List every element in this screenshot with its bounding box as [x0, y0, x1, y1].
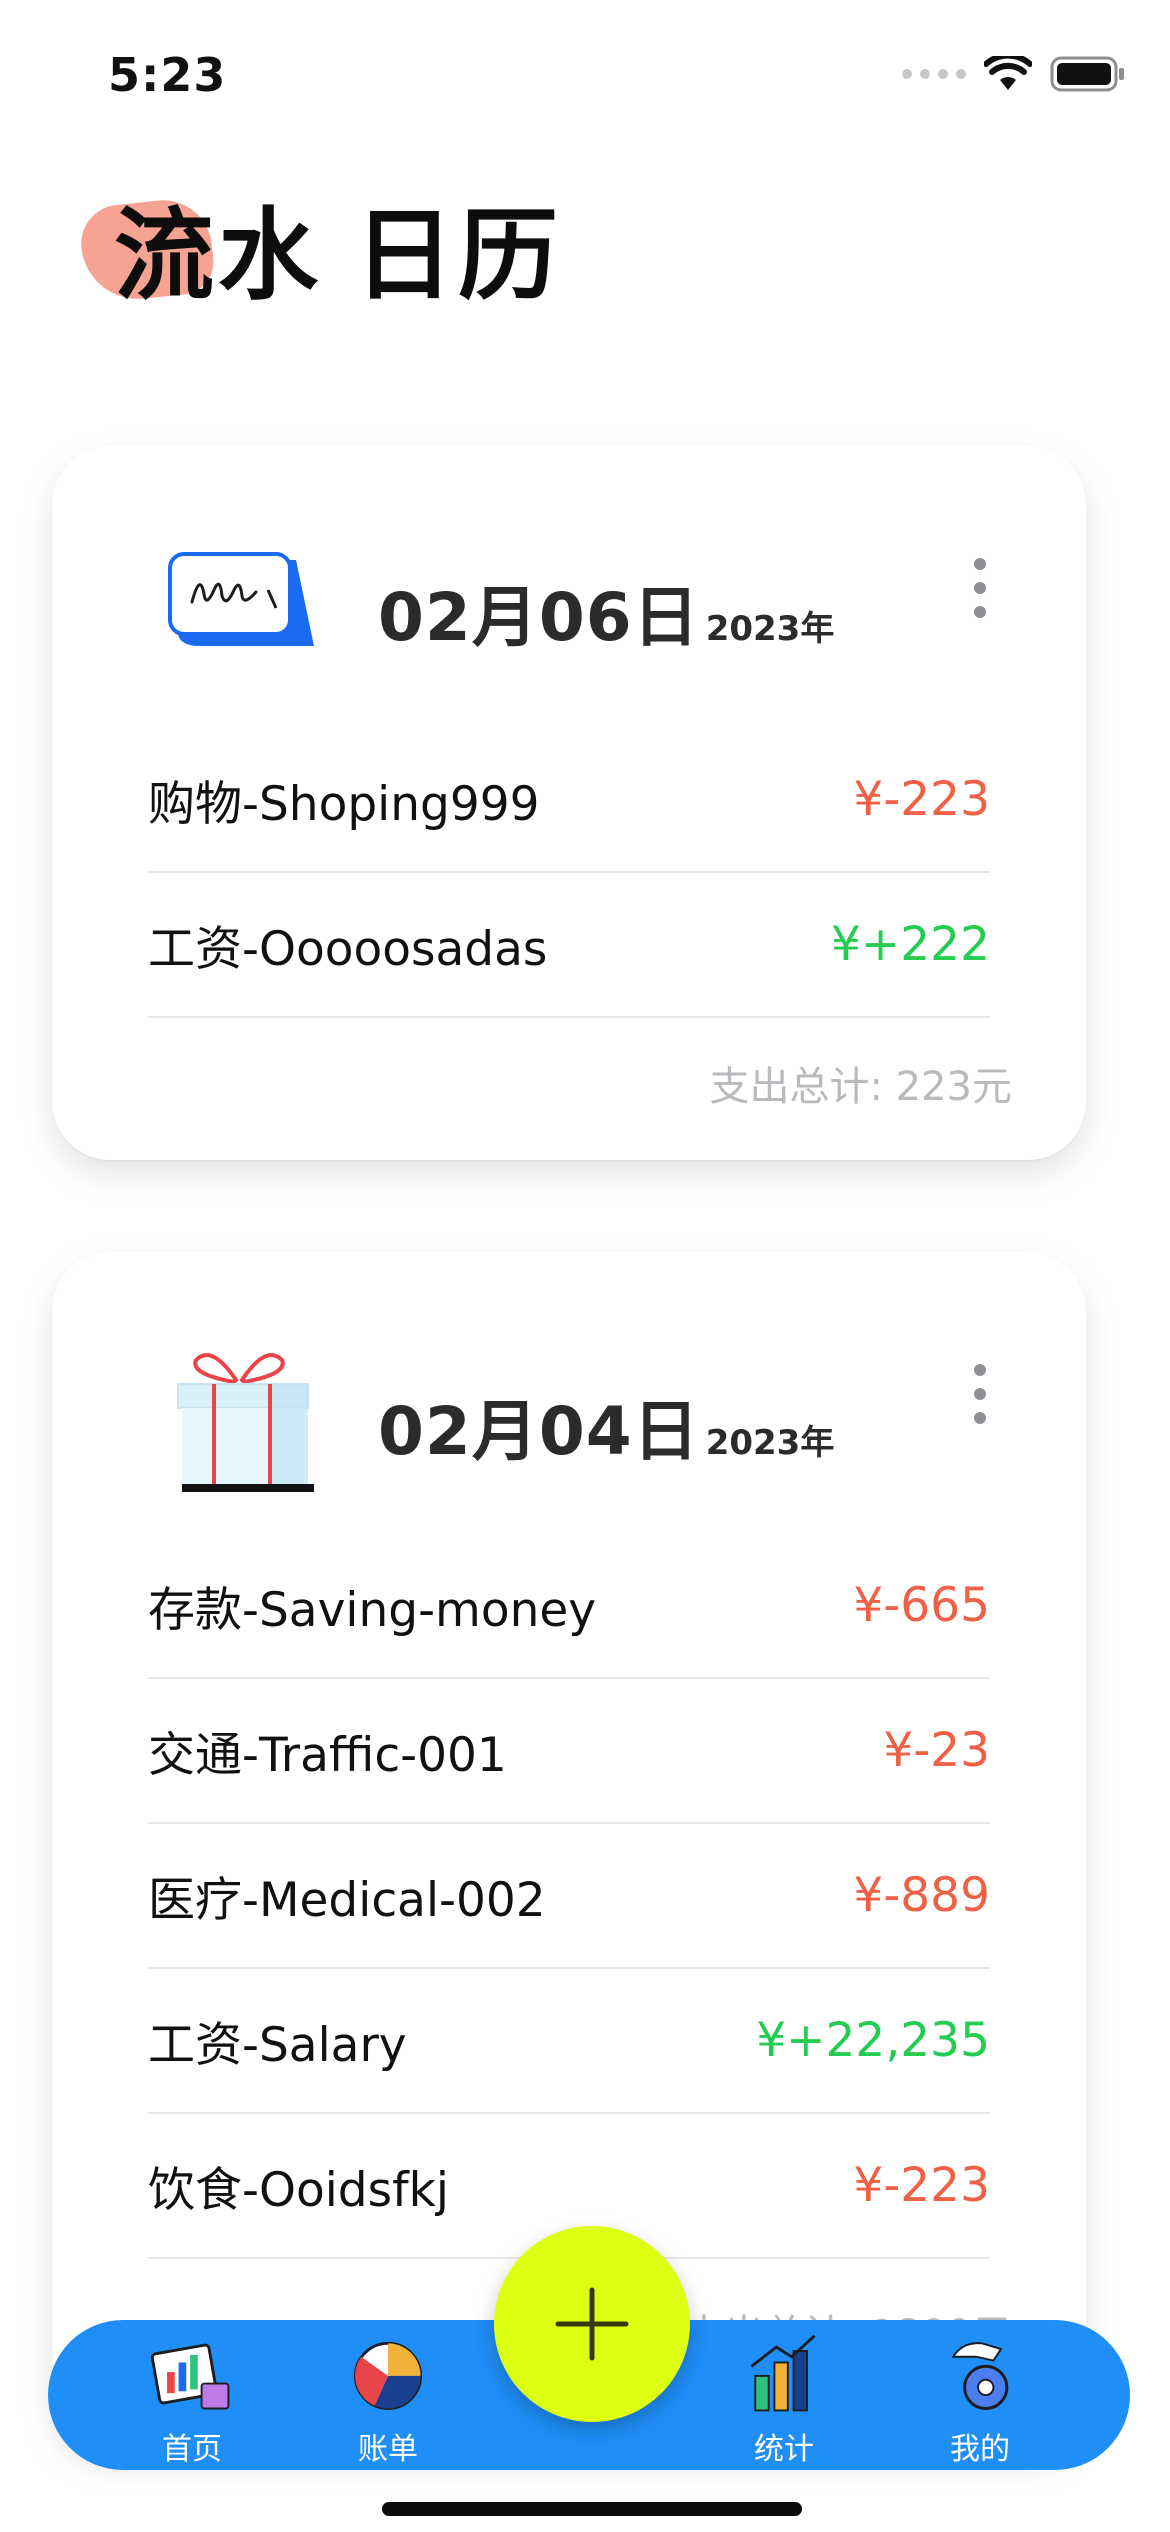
transaction-row[interactable]: 医疗-Medical-002 ¥-889	[148, 1824, 990, 1969]
day-card: 02月06日 2023年 购物-Shoping999 ¥-223 工资-Oooo…	[52, 446, 1086, 1160]
transaction-label: 交通-Traffic-001	[148, 1728, 507, 1783]
transaction-label: 工资-Salary	[148, 2018, 407, 2073]
card-date: 02月06日 2023年	[378, 564, 834, 660]
more-options-icon[interactable]	[962, 1364, 998, 1424]
transaction-amount: ¥+222	[831, 917, 990, 972]
date-year: 2023年	[705, 1423, 835, 1463]
profile-gear-icon	[951, 2342, 1009, 2410]
transaction-amount: ¥-223	[853, 772, 990, 827]
transaction-row[interactable]: 存款-Saving-money ¥-665	[148, 1534, 990, 1679]
transaction-label: 工资-Ooooosadas	[148, 922, 548, 977]
tab-home[interactable]: 首页	[122, 2328, 262, 2468]
header-tabs: 流水 日历	[0, 180, 1170, 330]
transaction-amount: ¥-665	[853, 1578, 990, 1633]
transaction-label: 购物-Shoping999	[148, 777, 540, 832]
tab-stats[interactable]: 统计	[714, 2328, 854, 2468]
tab-stats-label: 统计	[754, 2432, 814, 2467]
signature-card-icon	[168, 552, 314, 646]
transaction-row[interactable]: 工资-Ooooosadas ¥+222	[148, 873, 990, 1018]
tab-calendar[interactable]: 日历	[354, 196, 562, 316]
bill-pie-icon	[353, 2341, 423, 2410]
transaction-amount: ¥+22,235	[756, 2013, 990, 2068]
home-chart-icon	[150, 2343, 230, 2410]
tab-flow[interactable]: 流水	[114, 196, 322, 316]
home-indicator	[382, 2502, 802, 2516]
gift-box-icon	[177, 1353, 314, 1492]
transaction-list: 购物-Shoping999 ¥-223 工资-Ooooosadas ¥+222	[148, 728, 990, 1018]
transaction-row[interactable]: 交通-Traffic-001 ¥-23	[148, 1679, 990, 1824]
transaction-row[interactable]: 工资-Salary ¥+22,235	[148, 1969, 990, 2114]
tab-bill-label: 账单	[358, 2432, 418, 2467]
cellular-signal-icon	[902, 69, 966, 79]
status-icons	[902, 56, 1126, 92]
date-day: 02月06日	[378, 579, 700, 656]
status-time: 5:23	[108, 48, 227, 102]
tab-mine[interactable]: 我的	[910, 2328, 1050, 2468]
tab-home-label: 首页	[162, 2432, 222, 2467]
more-options-icon[interactable]	[962, 558, 998, 618]
stats-bar-icon	[750, 2334, 816, 2412]
battery-icon	[1050, 56, 1124, 92]
date-day: 02月04日	[378, 1393, 700, 1470]
transaction-label: 存款-Saving-money	[148, 1583, 597, 1638]
transaction-row[interactable]: 购物-Shoping999 ¥-223	[148, 728, 990, 873]
transaction-amount: ¥-223	[853, 2158, 990, 2213]
status-bar: 5:23	[0, 0, 1170, 150]
transaction-amount: ¥-23	[883, 1723, 990, 1778]
wifi-icon	[984, 56, 1032, 90]
date-year: 2023年	[705, 609, 835, 649]
tab-bill[interactable]: 账单	[318, 2328, 458, 2468]
card-date: 02月04日 2023年	[378, 1378, 834, 1474]
tab-mine-label: 我的	[950, 2432, 1010, 2467]
transaction-label: 医疗-Medical-002	[148, 1873, 546, 1928]
add-record-button[interactable]	[494, 2226, 690, 2422]
transaction-amount: ¥-889	[853, 1868, 990, 1923]
plus-icon	[555, 2287, 629, 2361]
transaction-list: 存款-Saving-money ¥-665 交通-Traffic-001 ¥-2…	[148, 1534, 990, 2259]
transaction-label: 饮食-Ooidsfkj	[148, 2163, 449, 2218]
expense-total: 支出总计: 223元	[709, 1064, 1012, 1110]
